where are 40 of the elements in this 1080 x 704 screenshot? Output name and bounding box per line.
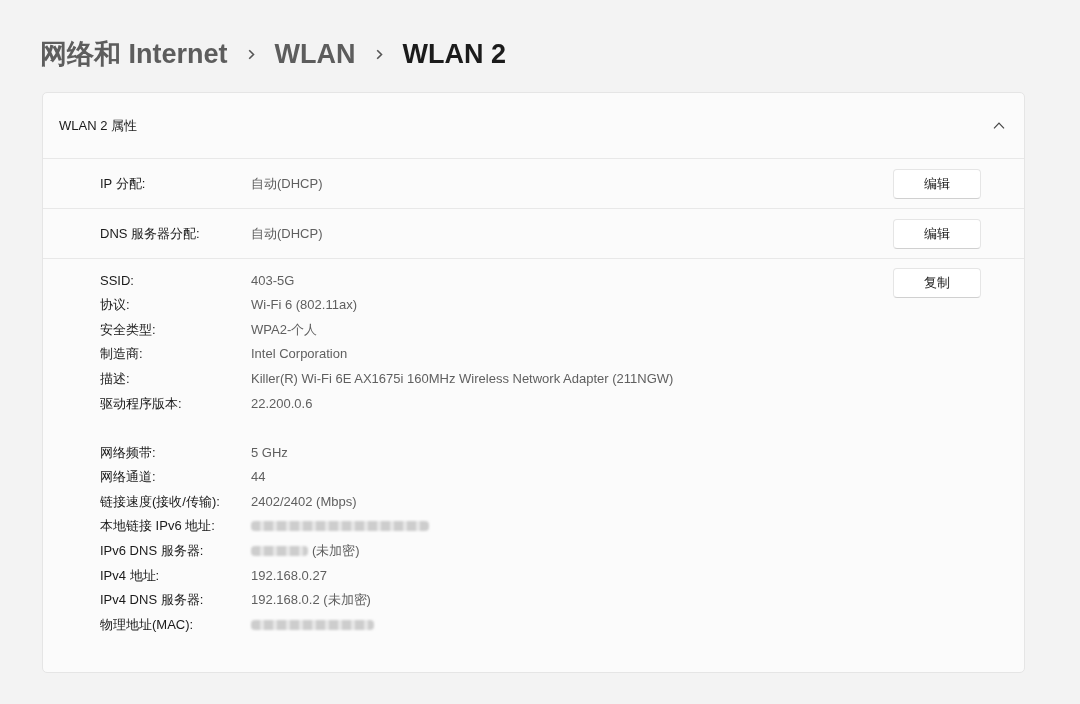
setting-value: 自动(DHCP) xyxy=(251,174,324,193)
property-value: (未加密) xyxy=(312,542,360,561)
property-label: 本地链接 IPv6 地址: xyxy=(100,517,216,536)
property-value: 22.200.0.6 xyxy=(251,394,313,413)
action-button[interactable]: 编辑 xyxy=(893,168,981,199)
property-label: IPv4 DNS 服务器: xyxy=(100,591,205,610)
setting-label: IP 分配: xyxy=(100,174,147,193)
property-value: Intel Corporation xyxy=(251,345,348,364)
property-label: 链接速度(接收/传输): xyxy=(100,492,221,511)
property-value: 192.168.0.27 xyxy=(251,566,327,585)
property-label: 驱动程序版本: xyxy=(100,394,183,413)
property-label: IPv4 地址: xyxy=(100,566,161,585)
breadcrumb-item[interactable]: WLAN xyxy=(274,33,356,75)
property-value: Wi-Fi 6 (802.11ax) xyxy=(251,296,357,315)
property-label: 网络通道: xyxy=(100,468,157,487)
section-header[interactable]: WLAN 2 属性 xyxy=(43,93,1024,158)
property-value: 5 GHz xyxy=(251,443,288,462)
property-value: 44 xyxy=(251,468,266,487)
property-label: IPv6 DNS 服务器: xyxy=(100,542,205,561)
action-button[interactable]: 复制 xyxy=(893,268,981,298)
breadcrumb-item: WLAN 2 xyxy=(402,37,506,71)
property-value: 192.168.0.2 (未加密) xyxy=(251,591,371,610)
property-label: 网络频带: xyxy=(100,443,157,462)
chevron-up-icon xyxy=(993,122,1005,129)
setting-value: 自动(DHCP) xyxy=(251,224,324,243)
chevron-right-icon xyxy=(247,48,255,60)
property-value: Killer(R) Wi-Fi 6E AX1675i 160MHz Wireless Network Adapter (211NGW) xyxy=(251,369,674,388)
property-label: 制造商: xyxy=(100,345,144,364)
property-value: 2402/2402 (Mbps) xyxy=(251,492,357,511)
action-button[interactable]: 编辑 xyxy=(893,218,981,249)
property-value: 403-5G xyxy=(251,271,295,290)
property-label: 描述: xyxy=(100,369,131,388)
property-value: WPA2-个人 xyxy=(251,320,318,339)
setting-label: DNS 服务器分配: xyxy=(100,224,201,243)
breadcrumb-item[interactable]: 网络和 Internet xyxy=(40,33,228,75)
chevron-right-icon xyxy=(375,48,383,60)
property-label: 物理地址(MAC): xyxy=(100,615,195,634)
property-label: 安全类型: xyxy=(100,320,157,339)
property-label: 协议: xyxy=(100,296,131,315)
property-label: SSID: xyxy=(100,271,135,290)
